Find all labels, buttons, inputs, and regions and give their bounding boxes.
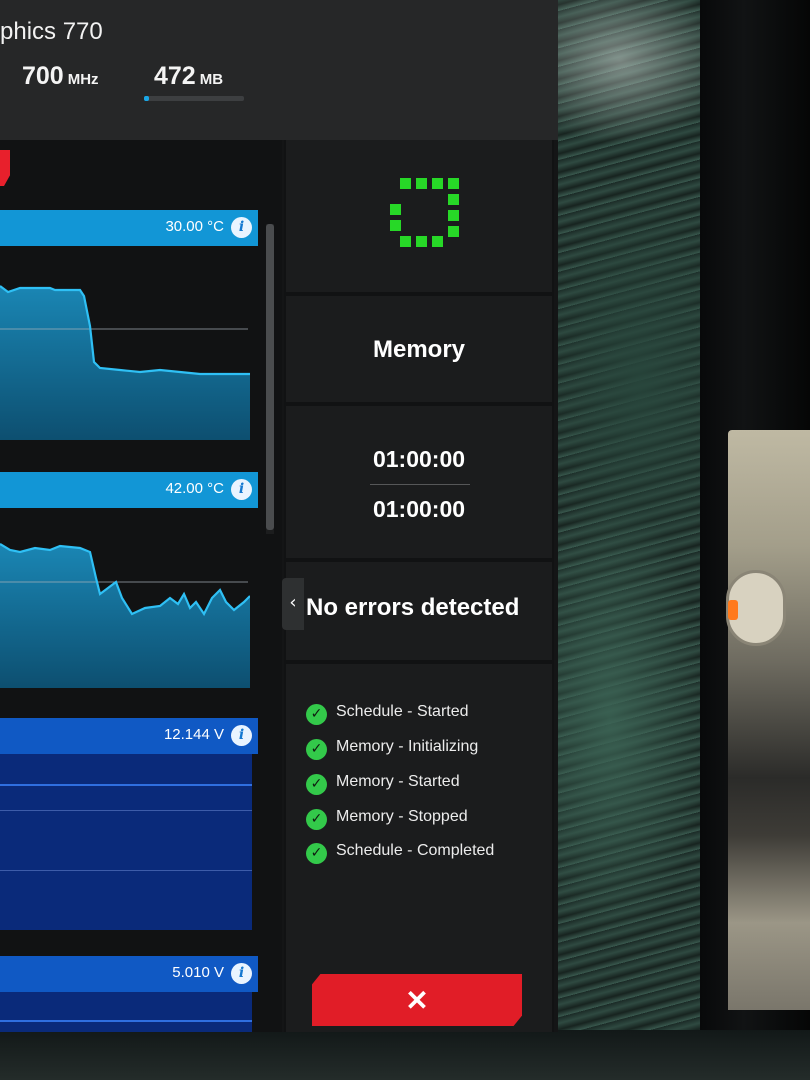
gpu-clock-stat: 700 MHz: [22, 62, 99, 91]
info-icon[interactable]: i: [231, 725, 252, 746]
gpu-memory-unit: MB: [199, 71, 224, 88]
log-item-text: Memory - Initializing: [336, 738, 479, 755]
background-device: [728, 430, 810, 1010]
desktop-wallpaper: [530, 0, 720, 1080]
voltage-trace: [0, 1020, 252, 1022]
test-result-cell: No errors detected: [286, 562, 552, 660]
test-name-cell: Memory: [286, 296, 552, 402]
background-device-led: [728, 600, 738, 620]
check-circle-icon: ✓: [306, 704, 327, 725]
log-item-text: Memory - Stopped: [336, 808, 468, 825]
sensor-value: 5.010 V: [172, 964, 224, 981]
time-divider: [370, 484, 470, 485]
sensor-header: 42.00 °C i: [0, 472, 258, 508]
info-icon[interactable]: i: [231, 963, 252, 984]
voltage-trace: [0, 784, 252, 786]
check-circle-icon: ✓: [306, 809, 327, 830]
sensor-value: 12.144 V: [163, 726, 224, 743]
voltage-graph: [0, 754, 252, 930]
gpu-name: phics 770: [0, 18, 103, 45]
gpu-utility-window: phics 770 700 MHz 472 MB 30.00 °C i 42.0…: [0, 0, 558, 1032]
info-icon[interactable]: i: [231, 479, 252, 500]
sensor-value: 42.00 °C: [165, 480, 224, 497]
temperature-graph: [0, 508, 250, 704]
test-timer-cell: 01:00:00 01:00:00: [286, 406, 552, 558]
sensor-graphs-panel: 30.00 °C i 42.00 °C i 12.144 V i 5.010 V…: [0, 140, 282, 1032]
memory-usage-bar: [144, 96, 244, 101]
gpu-clock-unit: MHz: [67, 71, 99, 88]
total-time: 01:00:00: [372, 496, 466, 522]
alert-tab[interactable]: [0, 150, 10, 186]
graph-gridline: [0, 810, 252, 811]
elapsed-time: 01:00:00: [372, 446, 466, 472]
gpu-memory-stat: 472 MB: [154, 62, 223, 91]
stress-test-status-panel: Memory 01:00:00 01:00:00 No errors detec…: [284, 140, 554, 1032]
info-icon[interactable]: i: [231, 217, 252, 238]
sensor-header: 12.144 V i: [0, 718, 258, 754]
log-item-text: Memory - Started: [336, 773, 460, 790]
gpu-info-bar: phics 770 700 MHz 472 MB: [0, 0, 558, 140]
check-circle-icon: ✓: [306, 739, 327, 760]
temperature-graph: [0, 246, 250, 442]
log-item-text: Schedule - Started: [336, 703, 469, 720]
sensor-value: 30.00 °C: [165, 218, 224, 235]
cancel-test-button[interactable]: ✕: [312, 974, 522, 1026]
voltage-graph: [0, 992, 252, 1032]
graphs-scrollbar-thumb[interactable]: [266, 224, 274, 530]
graph-gridline: [0, 870, 252, 871]
log-item-text: Schedule - Completed: [336, 842, 495, 859]
check-circle-icon: ✓: [306, 843, 327, 864]
desk-surface: [0, 1030, 810, 1080]
check-circle-icon: ✓: [306, 774, 327, 795]
gpu-clock-value: 700: [22, 62, 64, 90]
collapse-panel-chevron-icon[interactable]: ‹: [282, 578, 304, 630]
memory-usage-fill: [144, 96, 149, 101]
event-log-cell: ✓ Schedule - Started ✓ Memory - Initiali…: [286, 664, 552, 1032]
test-name: Memory: [372, 336, 466, 363]
sensor-header: 5.010 V i: [0, 956, 258, 992]
gpu-memory-value: 472: [154, 62, 196, 90]
progress-indicator-cell: [286, 140, 552, 292]
progress-spinner-icon: [390, 178, 464, 252]
test-result-text: No errors detected: [306, 594, 520, 621]
sensor-header: 30.00 °C i: [0, 210, 258, 246]
